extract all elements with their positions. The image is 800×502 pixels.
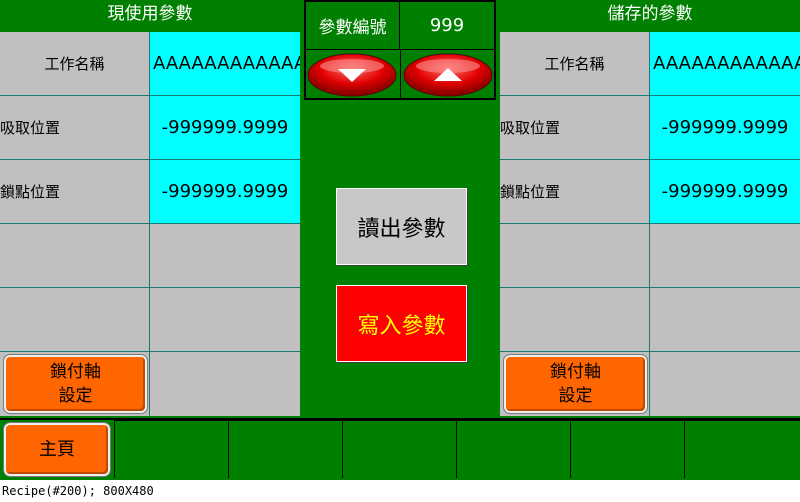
left-job-name-value: AAAAAAAAAAAA	[150, 32, 300, 96]
home-button[interactable]: 主頁	[3, 422, 111, 477]
left-empty-value	[150, 288, 300, 352]
right-pick-position-value: -999999.9999	[650, 96, 800, 160]
param-increment-button[interactable]	[402, 52, 494, 98]
param-number-label: 參數編號	[306, 2, 400, 50]
left-empty-value	[150, 352, 300, 416]
left-screw-axis-settings-button[interactable]: 鎖付軸 設定	[3, 354, 148, 414]
up-arrow-icon	[403, 53, 493, 97]
button-line1: 鎖付軸	[550, 362, 601, 382]
right-empty-value	[650, 352, 800, 416]
param-decrement-button[interactable]	[306, 52, 398, 98]
status-bar: Recipe(#200); 800X480	[0, 480, 800, 502]
left-pick-position-label: 吸取位置	[0, 96, 150, 160]
right-panel-header: 儲存的參數	[607, 4, 693, 24]
hmi-screen: 現使用參數 工作名稱 AAAAAAAAAAAA 吸取位置 -999999.999…	[0, 0, 800, 480]
right-empty-value	[650, 224, 800, 288]
nav-slot-empty[interactable]	[114, 420, 228, 478]
nav-slot-empty[interactable]	[342, 420, 456, 478]
button-line2: 設定	[558, 386, 593, 406]
right-empty-label	[500, 224, 650, 288]
right-lock-position-label: 鎖點位置	[500, 160, 650, 224]
right-job-name-value: AAAAAAAAAAAA	[650, 32, 800, 96]
nav-slot-empty[interactable]	[570, 420, 684, 478]
read-params-button[interactable]: 讀出參數	[336, 188, 467, 265]
left-pick-position-value: -999999.9999	[150, 96, 300, 160]
left-empty-label	[0, 288, 150, 352]
left-panel-header: 現使用參數	[107, 4, 193, 24]
button-line2: 設定	[58, 386, 93, 406]
left-lock-position-label: 鎖點位置	[0, 160, 150, 224]
left-job-name-label: 工作名稱	[0, 32, 150, 96]
left-lock-position-value: -999999.9999	[150, 160, 300, 224]
right-lock-position-value: -999999.9999	[650, 160, 800, 224]
right-empty-label	[500, 288, 650, 352]
left-empty-label	[0, 224, 150, 288]
right-job-name-label: 工作名稱	[500, 32, 650, 96]
down-arrow-icon	[307, 53, 397, 97]
right-pick-position-label: 吸取位置	[500, 96, 650, 160]
right-screw-axis-settings-button[interactable]: 鎖付軸 設定	[503, 354, 648, 414]
param-number-value: 999	[400, 2, 494, 50]
divider	[400, 50, 401, 98]
left-empty-value	[150, 224, 300, 288]
nav-slot-empty[interactable]	[228, 420, 342, 478]
right-empty-value	[650, 288, 800, 352]
nav-slot-empty[interactable]	[456, 420, 570, 478]
write-params-button[interactable]: 寫入參數	[336, 285, 467, 362]
nav-slot-empty[interactable]	[684, 420, 800, 478]
button-line1: 鎖付軸	[50, 362, 101, 382]
